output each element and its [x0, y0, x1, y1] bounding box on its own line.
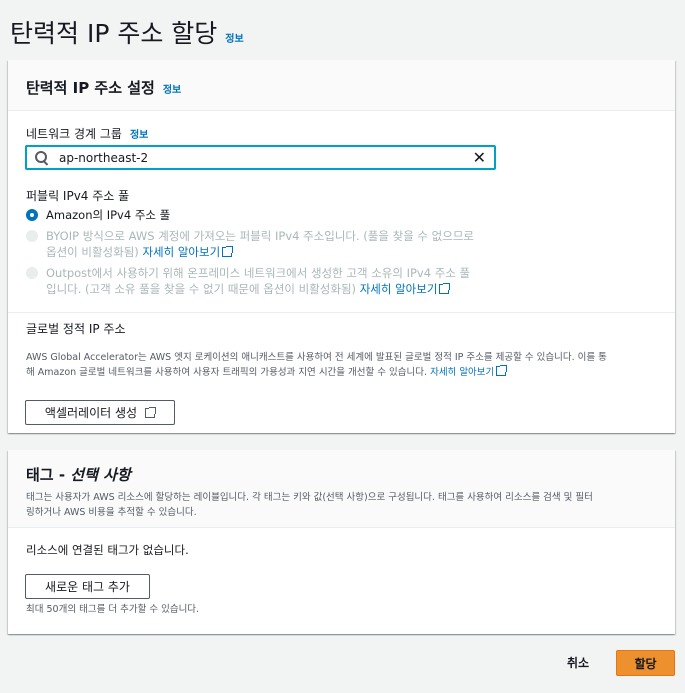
eip-settings-title-text: 탄력적 IP 주소 설정: [26, 79, 155, 97]
pool-option-byoip-line1: BYOIP 방식으로 AWS 계정에 가져오는 퍼블릭 IPv4 주소입니다. …: [46, 229, 474, 243]
network-border-group-label: 네트워크 경계 그룹 정보: [26, 125, 148, 142]
global-accelerator-description: AWS Global Accelerator는 AWS 엣지 로케이션의 애니캐…: [26, 350, 666, 380]
global-static-ip-label: 글로벌 정적 IP 주소: [26, 322, 126, 336]
pool-option-amazon-label: Amazon의 IPv4 주소 풀: [46, 208, 171, 222]
tags-title-main: 태그 -: [26, 466, 71, 484]
global-learn-more-text: 자세히 알아보기: [430, 367, 495, 378]
tags-title-optional: 선택 사항: [70, 466, 131, 484]
outpost-learn-more-link[interactable]: 자세히 알아보기: [359, 282, 451, 296]
page-title: 탄력적 IP 주소 할당 정보: [10, 14, 244, 50]
eip-settings-panel: 탄력적 IP 주소 설정 정보 네트워크 경계 그룹 정보 ✕ 퍼블릭 IPv4…: [8, 60, 675, 433]
network-border-group-input[interactable]: [59, 150, 473, 165]
add-tag-label: 새로운 태그 추가: [45, 580, 130, 594]
tag-limit-text: 최대 50개의 태그를 더 추가할 수 있습니다.: [26, 604, 200, 615]
pool-option-amazon[interactable]: Amazon의 IPv4 주소 풀: [26, 207, 170, 223]
eip-settings-info-link[interactable]: 정보: [163, 81, 181, 96]
radio-amazon[interactable]: [26, 209, 38, 221]
eip-settings-title: 탄력적 IP 주소 설정 정보: [26, 77, 657, 98]
byoip-learn-more-link[interactable]: 자세히 알아보기: [142, 245, 234, 259]
tags-desc-line2: 링하거나 AWS 비용을 추적할 수 있습니다.: [26, 507, 197, 518]
radio-byoip: [26, 230, 38, 242]
external-link-icon: [145, 406, 157, 418]
pool-option-byoip: BYOIP 방식으로 AWS 계정에 가져오는 퍼블릭 IPv4 주소입니다. …: [26, 228, 474, 260]
pool-option-outpost-line2: 입니다. (고객 소유 풀을 찾을 수 없기 때문에 옵션이 비활성화됨): [46, 282, 357, 296]
radio-outpost: [26, 267, 38, 279]
page-info-link[interactable]: 정보: [225, 30, 243, 45]
byoip-learn-more-text: 자세히 알아보기: [142, 245, 221, 259]
cancel-button[interactable]: 취소: [560, 650, 596, 674]
pool-option-outpost-text: Outpost에서 사용하기 위해 온프레미스 네트워크에서 생성한 고객 소유…: [46, 265, 470, 297]
tags-panel: 태그 - 선택 사항 태그는 사용자가 AWS 리소스에 할당하는 레이블입니다…: [8, 450, 675, 634]
clear-icon[interactable]: ✕: [473, 149, 486, 166]
external-link-icon: [496, 365, 508, 376]
global-learn-more-link[interactable]: 자세히 알아보기: [430, 365, 508, 378]
add-tag-button[interactable]: 새로운 태그 추가: [25, 574, 150, 599]
pool-option-outpost-line1: Outpost에서 사용하기 위해 온프레미스 네트워크에서 생성한 고객 소유…: [46, 266, 471, 280]
eip-settings-header: 탄력적 IP 주소 설정 정보: [8, 60, 675, 111]
divider: [8, 312, 675, 313]
create-accelerator-label: 액셀러레이터 생성: [44, 406, 138, 420]
network-border-group-search[interactable]: ✕: [25, 145, 496, 170]
tags-desc-line1: 태그는 사용자가 AWS 리소스에 할당하는 레이블입니다. 각 태그는 키와 …: [26, 492, 593, 503]
network-border-group-label-text: 네트워크 경계 그룹: [26, 127, 122, 141]
network-border-group-info-link[interactable]: 정보: [130, 126, 148, 141]
tags-header: 태그 - 선택 사항 태그는 사용자가 AWS 리소스에 할당하는 레이블입니다…: [8, 450, 675, 528]
outpost-learn-more-text: 자세히 알아보기: [359, 282, 438, 296]
pool-option-byoip-line2: 옵션이 비활성화됨): [46, 245, 139, 259]
no-tags-message: 리소스에 연결된 태그가 없습니다.: [26, 543, 189, 557]
tags-description: 태그는 사용자가 AWS 리소스에 할당하는 레이블입니다. 각 태그는 키와 …: [26, 490, 657, 520]
search-icon: [35, 150, 49, 165]
external-link-icon: [222, 246, 234, 257]
pool-option-byoip-text: BYOIP 방식으로 AWS 계정에 가져오는 퍼블릭 IPv4 주소입니다. …: [46, 228, 474, 260]
page-title-text: 탄력적 IP 주소 할당: [10, 19, 218, 48]
create-accelerator-button[interactable]: 액셀러레이터 생성: [25, 400, 175, 425]
pool-option-outpost: Outpost에서 사용하기 위해 온프레미스 네트워크에서 생성한 고객 소유…: [26, 265, 470, 297]
tags-title: 태그 - 선택 사항: [26, 464, 657, 485]
assign-button[interactable]: 할당: [616, 650, 675, 676]
global-desc-line2: 해 Amazon 글로벌 네트워크를 사용하여 사용자 트래픽의 가용성과 지연…: [26, 367, 428, 378]
global-desc-line1: AWS Global Accelerator는 AWS 엣지 로케이션의 애니캐…: [26, 352, 607, 363]
external-link-icon: [439, 283, 451, 294]
ipv4-pool-label: 퍼블릭 IPv4 주소 풀: [26, 189, 130, 203]
